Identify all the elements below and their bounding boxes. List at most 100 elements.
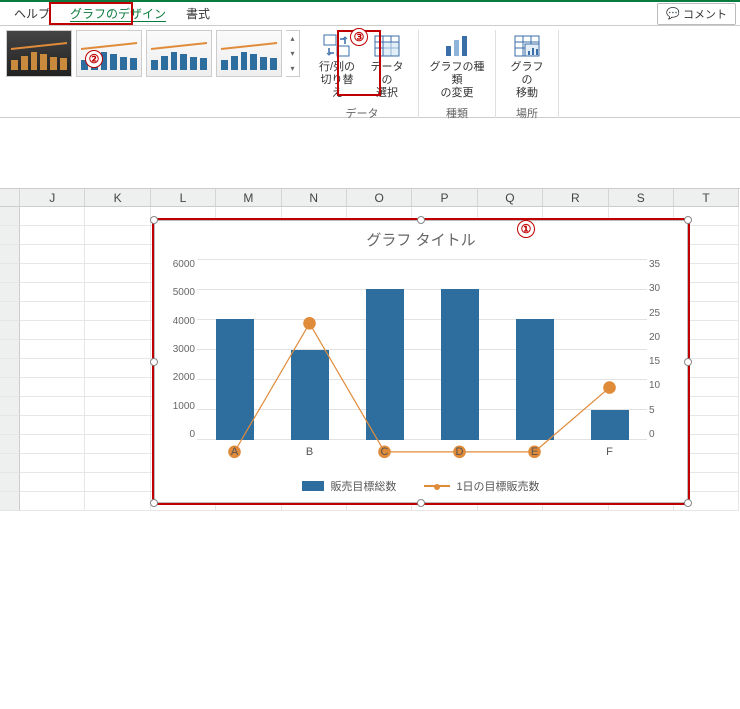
row-header[interactable] <box>0 492 20 511</box>
resize-handle[interactable] <box>417 216 425 224</box>
column-header[interactable]: S <box>609 189 674 207</box>
column-header[interactable]: L <box>151 189 216 207</box>
cell[interactable] <box>20 473 85 492</box>
column-header[interactable]: T <box>674 189 739 207</box>
y-tick-right: 0 <box>649 429 683 440</box>
column-header[interactable]: M <box>216 189 281 207</box>
chart-style-thumb[interactable] <box>216 30 282 77</box>
ribbon-group-location: グラフの 移動 場所 <box>496 30 559 118</box>
cell[interactable] <box>85 378 150 397</box>
column-header[interactable]: R <box>543 189 608 207</box>
row-header[interactable] <box>0 245 20 264</box>
cell[interactable] <box>20 397 85 416</box>
cell[interactable] <box>85 302 150 321</box>
legend[interactable]: 販売目標総数 1日の目標販売数 <box>155 478 687 494</box>
resize-handle[interactable] <box>684 358 692 366</box>
select-all-corner[interactable] <box>0 189 20 207</box>
cell[interactable] <box>20 492 85 511</box>
cell[interactable] <box>85 226 150 245</box>
chart-object[interactable]: ① グラフ タイトル 6000500040003000200010000 353… <box>154 220 688 503</box>
row-header[interactable] <box>0 207 20 226</box>
move-chart-icon <box>513 34 541 58</box>
y-tick-right: 35 <box>649 259 683 270</box>
cell[interactable] <box>20 359 85 378</box>
move-chart-button[interactable]: グラフの 移動 <box>504 32 550 105</box>
legend-label: 販売目標総数 <box>330 478 396 494</box>
column-header[interactable]: J <box>20 189 85 207</box>
resize-handle[interactable] <box>150 499 158 507</box>
cell[interactable] <box>85 492 150 511</box>
y-tick-left: 1000 <box>161 401 195 412</box>
row-header[interactable] <box>0 321 20 340</box>
resize-handle[interactable] <box>684 216 692 224</box>
row-header[interactable] <box>0 283 20 302</box>
chart-style-thumb[interactable] <box>146 30 212 77</box>
resize-handle[interactable] <box>150 358 158 366</box>
legend-label: 1日の目標販売数 <box>456 478 539 494</box>
cell[interactable] <box>20 321 85 340</box>
chart-styles-gallery[interactable]: ▴ ▾ ▾ <box>6 30 300 77</box>
row-header[interactable] <box>0 473 20 492</box>
cell[interactable] <box>20 340 85 359</box>
cell[interactable] <box>85 245 150 264</box>
cell[interactable] <box>85 473 150 492</box>
tab-format[interactable]: 書式 <box>176 2 220 25</box>
row-header[interactable] <box>0 340 20 359</box>
cell[interactable] <box>20 378 85 397</box>
x-tick: A <box>197 446 272 458</box>
cell[interactable] <box>85 321 150 340</box>
legend-item-bar[interactable]: 販売目標総数 <box>302 478 396 494</box>
cell[interactable] <box>85 416 150 435</box>
cell[interactable] <box>20 416 85 435</box>
chart-style-thumb[interactable] <box>6 30 72 77</box>
row-header[interactable] <box>0 264 20 283</box>
y-axis-right: 35302520151050 <box>649 259 683 440</box>
column-header[interactable]: N <box>282 189 347 207</box>
speech-bubble-icon: 💬 <box>666 7 680 20</box>
column-header[interactable]: O <box>347 189 412 207</box>
legend-swatch-bar <box>302 481 324 491</box>
cell[interactable] <box>85 283 150 302</box>
cell[interactable] <box>85 397 150 416</box>
row-header[interactable] <box>0 378 20 397</box>
y-tick-right: 25 <box>649 308 683 319</box>
cell[interactable] <box>20 283 85 302</box>
cell[interactable] <box>20 245 85 264</box>
plot-area[interactable]: 6000500040003000200010000 35302520151050 <box>197 259 647 440</box>
cell[interactable] <box>20 454 85 473</box>
resize-handle[interactable] <box>150 216 158 224</box>
change-chart-type-button[interactable]: グラフの種類 の変更 <box>427 32 487 105</box>
button-label: グラフの 移動 <box>506 61 548 101</box>
row-header[interactable] <box>0 302 20 321</box>
cell[interactable] <box>20 302 85 321</box>
cell[interactable] <box>85 454 150 473</box>
cell[interactable] <box>20 226 85 245</box>
x-axis: ABCDEF <box>197 446 647 458</box>
gallery-more-button[interactable]: ▴ ▾ ▾ <box>286 30 300 77</box>
cell[interactable] <box>20 264 85 283</box>
group-label: 種類 <box>446 105 468 123</box>
legend-item-line[interactable]: 1日の目標販売数 <box>424 478 539 494</box>
chart-title[interactable]: グラフ タイトル <box>155 221 687 250</box>
y-tick-right: 20 <box>649 332 683 343</box>
column-header[interactable]: P <box>412 189 477 207</box>
row-header[interactable] <box>0 359 20 378</box>
cell[interactable] <box>85 264 150 283</box>
x-tick: B <box>272 446 347 458</box>
cell[interactable] <box>85 340 150 359</box>
cell[interactable] <box>85 207 150 226</box>
cell[interactable] <box>85 359 150 378</box>
resize-handle[interactable] <box>684 499 692 507</box>
cell[interactable] <box>20 207 85 226</box>
comment-button[interactable]: 💬 コメント <box>657 3 736 25</box>
column-header[interactable]: K <box>85 189 150 207</box>
row-header[interactable] <box>0 416 20 435</box>
cell[interactable] <box>85 435 150 454</box>
column-header[interactable]: Q <box>478 189 543 207</box>
cell[interactable] <box>20 435 85 454</box>
row-header[interactable] <box>0 435 20 454</box>
row-header[interactable] <box>0 454 20 473</box>
row-header[interactable] <box>0 397 20 416</box>
y-tick-right: 10 <box>649 380 683 391</box>
row-header[interactable] <box>0 226 20 245</box>
